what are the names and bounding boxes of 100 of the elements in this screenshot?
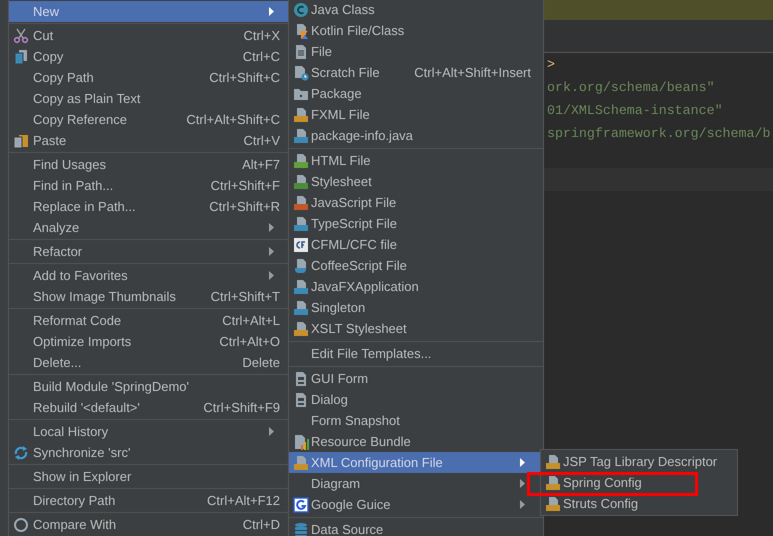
menu-item[interactable]: Build Module 'SpringDemo' [9, 376, 288, 397]
shortcut-text: Ctrl+Shift+F9 [202, 400, 280, 415]
shortcut-text: Ctrl+C [242, 49, 280, 64]
menu-item[interactable]: Reformat Code Ctrl+Alt+L [9, 310, 288, 331]
menu-item[interactable]: Copy Reference Ctrl+Alt+Shift+C [9, 109, 288, 130]
menu-item[interactable]: Refactor [9, 241, 288, 262]
clipboard-icon [13, 132, 29, 148]
shortcut-text: Delete [241, 355, 280, 370]
menu-item[interactable]: Show Image Thumbnails Ctrl+Shift+T [9, 286, 288, 307]
menu-item[interactable]: Cut Ctrl+X [9, 25, 288, 46]
menu-item[interactable]: Stylesheet [289, 171, 543, 192]
shortcut-text: Ctrl+Alt+L [221, 313, 280, 328]
shortcut-text: Ctrl+Shift+T [210, 289, 280, 304]
menu-item[interactable]: Find Usages Alt+F7 [9, 154, 288, 175]
file-icon [293, 258, 309, 274]
form-icon [293, 392, 309, 408]
file-icon [293, 44, 309, 60]
menu-item[interactable]: File [289, 41, 543, 62]
menu-item[interactable]: Show in Explorer [9, 466, 288, 487]
menu-item[interactable]: Resource Bundle [289, 431, 543, 452]
shortcut-text: Ctrl+Alt+Shift+C [185, 112, 280, 127]
menu-item[interactable]: Google Guice [289, 494, 543, 515]
menu-item[interactable]: Copy as Plain Text [9, 88, 288, 109]
menu-item[interactable]: Analyze [9, 217, 288, 238]
code-line: > [547, 56, 555, 74]
shortcut-text: Ctrl+D [242, 517, 280, 532]
shortcut-text: Ctrl+Shift+R [208, 199, 280, 214]
menu-item[interactable]: Optimize Imports Ctrl+Alt+O [9, 331, 288, 352]
database-icon [293, 522, 309, 536]
file-icon [545, 496, 561, 512]
file-icon [293, 152, 309, 168]
file-icon [293, 64, 309, 80]
menu-item[interactable]: Form Snapshot [289, 410, 543, 431]
file-icon [293, 106, 309, 122]
menu-item[interactable]: JSP Tag Library Descriptor [541, 451, 737, 472]
menu-item[interactable]: Replace in Path... Ctrl+Shift+R [9, 196, 288, 217]
menu-item[interactable]: Delete... Delete [9, 352, 288, 373]
menu-item[interactable]: Paste Ctrl+V [9, 130, 288, 151]
compare-icon [13, 516, 29, 532]
menu-item[interactable]: XML Configuration File [289, 452, 543, 473]
copy-icon [13, 48, 29, 64]
file-icon [293, 320, 309, 336]
menu-item[interactable]: package-info.java [289, 125, 543, 146]
menu-item[interactable]: Synchronize 'src' [9, 442, 288, 463]
menu-item[interactable]: Diagram [289, 473, 543, 494]
menu-item[interactable]: New [9, 1, 288, 22]
shortcut-text: Alt+F7 [241, 157, 280, 172]
file-icon [545, 474, 561, 490]
menu-item[interactable]: FXML File [289, 104, 543, 125]
menu-item[interactable]: CoffeeScript File [289, 255, 543, 276]
menu-item[interactable]: Package [289, 83, 543, 104]
shortcut-text: Ctrl+X [242, 28, 280, 43]
menu-item[interactable]: Copy Path Ctrl+Shift+C [9, 67, 288, 88]
shortcut-text: Ctrl+Alt+O [218, 334, 280, 349]
file-icon [293, 434, 309, 450]
class-icon [293, 2, 309, 18]
menu-item[interactable]: Copy Ctrl+C [9, 46, 288, 67]
shortcut-text: Ctrl+Shift+C [208, 70, 280, 85]
menu-item[interactable]: Struts Config [541, 493, 737, 514]
menu-item[interactable]: TypeScript File [289, 213, 543, 234]
sync-icon [13, 444, 29, 460]
menu-item[interactable]: XSLT Stylesheet [289, 318, 543, 339]
menu-item[interactable]: Compare With Ctrl+D [9, 514, 288, 535]
menu-item[interactable]: Singleton [289, 297, 543, 318]
file-icon [293, 194, 309, 210]
menu-item[interactable]: Spring Config [541, 472, 737, 493]
menu-item[interactable]: Add to Favorites [9, 265, 288, 286]
menu-item[interactable]: Dialog [289, 389, 543, 410]
menu-item[interactable]: CFML/CFC file [289, 234, 543, 255]
menu-item[interactable]: Rebuild '<default>' Ctrl+Shift+F9 [9, 397, 288, 418]
scissors-icon [13, 28, 29, 44]
code-line: ork.org/schema/beans" [547, 79, 715, 97]
menu-item[interactable]: Scratch File Ctrl+Alt+Shift+Insert [289, 62, 543, 83]
menu-item[interactable]: Directory Path Ctrl+Alt+F12 [9, 490, 288, 511]
file-icon [293, 300, 309, 316]
menu-item[interactable]: Java Class [289, 0, 543, 20]
code-line: springframework.org/schema/b [547, 125, 770, 143]
file-icon [293, 454, 309, 470]
menu-item[interactable]: Kotlin File/Class [289, 20, 543, 41]
menu-item[interactable]: JavaScript File [289, 192, 543, 213]
shortcut-text: Ctrl+V [242, 133, 280, 148]
file-icon [545, 454, 561, 470]
menu-item[interactable]: Edit File Templates... [289, 343, 543, 364]
menu-item[interactable]: Local History [9, 421, 288, 442]
menu-item[interactable]: Data Source [289, 519, 543, 536]
menu-item[interactable]: Find in Path... Ctrl+Shift+F [9, 175, 288, 196]
menu-item[interactable]: JavaFXApplication [289, 276, 543, 297]
file-icon [293, 174, 309, 190]
form-icon [293, 370, 309, 386]
shortcut-text: Ctrl+Shift+F [210, 178, 280, 193]
square-icon [293, 236, 309, 252]
file-icon [293, 128, 309, 144]
file-icon [293, 216, 309, 232]
shortcut-text: Ctrl+Alt+F12 [206, 493, 280, 508]
menu-item[interactable]: HTML File [289, 150, 543, 171]
shortcut-text: Ctrl+Alt+Shift+Insert [413, 65, 531, 80]
square-icon [293, 496, 309, 512]
code-line: 01/XMLSchema-instance" [547, 102, 723, 120]
menu-item[interactable]: GUI Form [289, 368, 543, 389]
file-icon [293, 278, 309, 294]
